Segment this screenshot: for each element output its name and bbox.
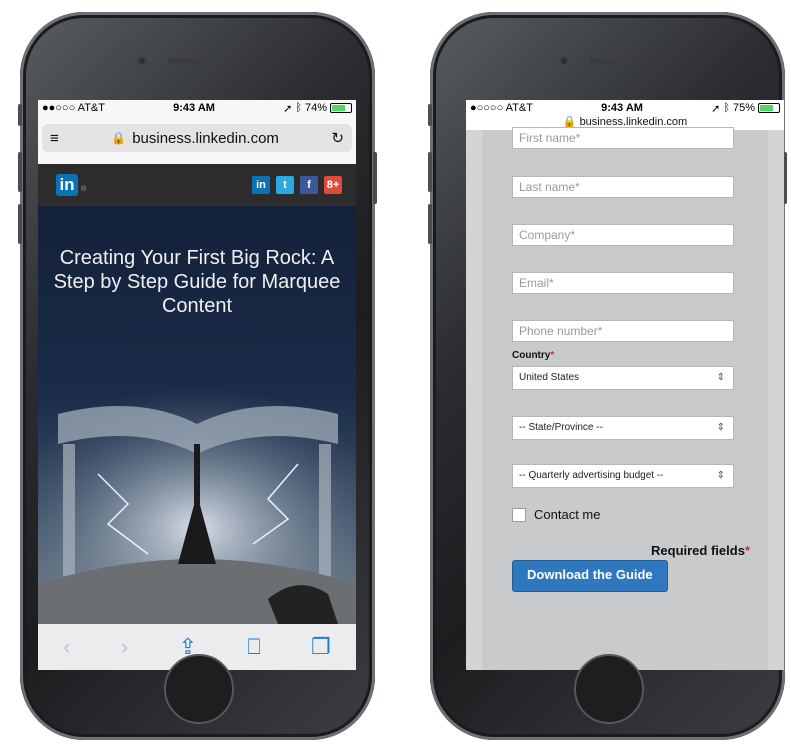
mute-switch	[18, 104, 22, 126]
required-asterisk: *	[550, 350, 555, 361]
select-arrows-icon: ⇕	[716, 470, 725, 481]
contact-me-row[interactable]: Contact me	[512, 507, 600, 522]
select-arrows-icon: ⇕	[716, 372, 725, 383]
address-bar[interactable]: ≡ 🔒 business.linkedin.com ↻	[42, 124, 352, 152]
reader-icon[interactable]: ≡	[50, 130, 59, 147]
bluetooth-icon: ᛒ	[723, 102, 730, 114]
home-button[interactable]	[574, 654, 644, 724]
volume-up-button	[428, 152, 432, 192]
country-label: Country*	[512, 350, 554, 361]
mute-switch	[428, 104, 432, 126]
volume-down-button	[18, 204, 22, 244]
required-fields-text: Required fields	[651, 543, 745, 558]
contact-me-label: Contact me	[534, 507, 601, 522]
state-select[interactable]: -- State/Province -- ⇕	[512, 416, 734, 440]
required-fields-note: Required fields*	[651, 543, 750, 558]
battery-percent: 75%	[732, 102, 755, 114]
state-value: -- State/Province --	[519, 422, 603, 433]
status-right: ➚ ᛒ 74%	[283, 102, 352, 115]
tabs-icon[interactable]: ❐	[311, 634, 331, 660]
url-display[interactable]: 🔒 business.linkedin.com	[111, 130, 279, 147]
googleplus-share-icon[interactable]: 8+	[324, 176, 342, 194]
front-camera	[559, 56, 569, 66]
email-input[interactable]: Email*	[512, 272, 734, 294]
volume-up-button	[18, 152, 22, 192]
registered-mark: ®	[81, 186, 87, 193]
first-name-input[interactable]: First name*	[512, 127, 734, 149]
battery-icon	[329, 103, 352, 113]
clock: 9:43 AM	[601, 102, 643, 114]
location-icon: ➚	[711, 102, 721, 115]
status-right: ➚ ᛒ 75%	[711, 102, 780, 115]
carrier-label: ●●○○○ AT&T	[42, 102, 105, 114]
forward-icon[interactable]: ›	[121, 634, 128, 660]
facebook-share-icon[interactable]: f	[300, 176, 318, 194]
location-icon: ➚	[283, 102, 293, 115]
linkedin-header: in ® in t f 8+	[38, 164, 356, 206]
bookmarks-icon[interactable]: ⎕	[247, 634, 260, 660]
country-select[interactable]: United States ⇕	[512, 366, 734, 390]
reload-icon[interactable]: ↻	[331, 129, 344, 147]
hero-title: Creating Your First Big Rock: A Step by …	[53, 247, 341, 317]
contact-me-checkbox[interactable]	[512, 507, 526, 522]
clock: 9:43 AM	[173, 102, 215, 114]
earpiece-speaker	[167, 58, 225, 64]
url-text: business.linkedin.com	[132, 129, 279, 147]
country-label-text: Country	[512, 350, 551, 361]
hero-banner: Creating Your First Big Rock: A Step by …	[38, 206, 356, 624]
right-phone: ●○○○○ AT&T 9:43 AM ➚ ᛒ 75% 🔒 business.li…	[428, 12, 787, 740]
earpiece-speaker	[589, 58, 647, 64]
required-asterisk: *	[744, 543, 750, 558]
linkedin-share-icon[interactable]: in	[252, 176, 270, 194]
guitar-book-illustration	[38, 384, 356, 624]
download-form: First name* Last name* Company* Email* P…	[482, 127, 768, 670]
battery-icon	[757, 103, 780, 113]
battery-percent: 74%	[304, 102, 327, 114]
status-bar: ●●○○○ AT&T 9:43 AM ➚ ᛒ 74%	[38, 100, 356, 116]
country-value: United States	[519, 372, 580, 383]
linkedin-logo[interactable]: in	[56, 174, 78, 196]
power-button	[373, 152, 377, 204]
back-icon[interactable]: ‹	[63, 634, 70, 660]
left-phone: ●●○○○ AT&T 9:43 AM ➚ ᛒ 74% ≡ 🔒 business.…	[18, 12, 377, 740]
bluetooth-icon: ᛒ	[295, 102, 302, 114]
front-camera	[137, 56, 147, 66]
carrier-label: ●○○○○ AT&T	[470, 102, 533, 114]
company-input[interactable]: Company*	[512, 224, 734, 246]
download-guide-button[interactable]: Download the Guide	[512, 560, 668, 592]
status-and-url-area: ●○○○○ AT&T 9:43 AM ➚ ᛒ 75% 🔒 business.li…	[466, 100, 784, 130]
twitter-share-icon[interactable]: t	[276, 176, 294, 194]
volume-down-button	[428, 204, 432, 244]
right-screen: ●○○○○ AT&T 9:43 AM ➚ ᛒ 75% 🔒 business.li…	[466, 100, 784, 670]
lock-icon: 🔒	[111, 131, 127, 145]
budget-select[interactable]: -- Quarterly advertising budget -- ⇕	[512, 464, 734, 488]
status-bar: ●○○○○ AT&T 9:43 AM ➚ ᛒ 75%	[466, 100, 784, 116]
home-button[interactable]	[164, 654, 234, 724]
social-links: in t f 8+	[252, 176, 342, 194]
left-screen: ●●○○○ AT&T 9:43 AM ➚ ᛒ 74% ≡ 🔒 business.…	[38, 100, 356, 670]
last-name-input[interactable]: Last name*	[512, 176, 734, 198]
select-arrows-icon: ⇕	[716, 422, 725, 433]
phone-input[interactable]: Phone number*	[512, 320, 734, 342]
budget-value: -- Quarterly advertising budget --	[519, 470, 664, 481]
